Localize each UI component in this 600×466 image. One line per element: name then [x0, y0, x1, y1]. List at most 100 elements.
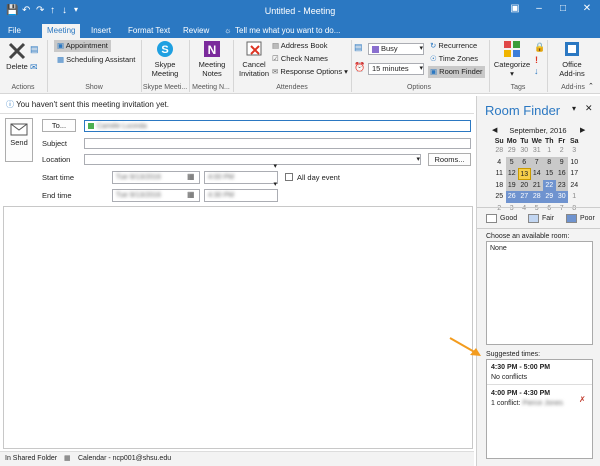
- suggestion-item[interactable]: 4:00 PM - 4:30 PM 1 conflict: Pierce Jon…: [487, 385, 592, 413]
- high-importance-icon[interactable]: !: [535, 55, 538, 65]
- location-field[interactable]: ▾: [84, 154, 421, 165]
- calendar-day[interactable]: 4: [493, 157, 506, 169]
- office-addins-button[interactable]: Office Add-ins: [550, 40, 594, 78]
- tab-meeting[interactable]: Meeting: [42, 24, 81, 38]
- calendar-day[interactable]: 11: [493, 168, 506, 180]
- calendar-day[interactable]: 12: [505, 168, 518, 180]
- low-importance-icon[interactable]: ↓: [534, 66, 539, 76]
- calendar-day[interactable]: 5: [531, 203, 544, 215]
- subject-field[interactable]: [84, 138, 471, 149]
- tab-format-text[interactable]: Format Text: [128, 26, 170, 35]
- recurrence-button[interactable]: ↻ Recurrence: [430, 40, 477, 52]
- start-time-field[interactable]: 4:00 PM ▾: [204, 163, 278, 184]
- calendar-day[interactable]: 28: [493, 145, 506, 157]
- calendar-day[interactable]: 10: [568, 157, 581, 169]
- calendar-picker-icon[interactable]: ▦: [187, 172, 195, 181]
- calendar-day[interactable]: 6: [518, 156, 531, 168]
- calendar-day[interactable]: 15: [543, 168, 556, 180]
- up-arrow-icon[interactable]: ↑: [50, 5, 55, 16]
- calendar-day[interactable]: 7: [530, 156, 543, 168]
- next-month-icon[interactable]: ▶: [580, 126, 585, 134]
- calendar-day[interactable]: 2: [556, 145, 569, 157]
- scheduling-assistant-button[interactable]: ▦ Scheduling Assistant: [54, 54, 138, 66]
- calendar-picker-icon[interactable]: ▦: [187, 190, 195, 199]
- room-finder-button[interactable]: ▣ Room Finder: [428, 66, 485, 78]
- tell-me-box[interactable]: Tell me what you want to do...: [235, 26, 340, 35]
- customize-qat-icon[interactable]: ▾: [74, 5, 78, 14]
- calendar-day[interactable]: 8: [543, 156, 556, 168]
- calendar-day[interactable]: 19: [505, 179, 518, 191]
- calendar-day[interactable]: 18: [493, 180, 506, 192]
- calendar-day[interactable]: 30: [555, 191, 568, 203]
- calendar-day[interactable]: 5: [505, 156, 518, 168]
- forward-icon[interactable]: ✉: [30, 62, 38, 73]
- message-body[interactable]: [3, 206, 473, 449]
- maximize-button[interactable]: □: [552, 3, 574, 19]
- close-pane-icon[interactable]: ✕: [585, 103, 593, 114]
- response-options-button[interactable]: ✉ Response Options ▾: [272, 66, 348, 78]
- calendar-day[interactable]: 26: [505, 191, 518, 203]
- close-button[interactable]: ✕: [576, 3, 598, 19]
- to-field[interactable]: Camille Lucinda: [84, 120, 471, 132]
- check-names-button[interactable]: ☑ Check Names: [272, 53, 328, 65]
- calendar-day[interactable]: 13: [518, 168, 531, 180]
- show-as-select[interactable]: Busy ▾: [368, 43, 424, 55]
- calendar-day[interactable]: 22: [543, 179, 556, 191]
- tab-insert[interactable]: Insert: [91, 26, 111, 35]
- calendar-day[interactable]: 20: [518, 179, 531, 191]
- suggestion-item[interactable]: 4:30 PM - 5:00 PM No conflicts: [487, 360, 592, 385]
- calendar-day[interactable]: 1: [543, 145, 556, 157]
- save-icon[interactable]: 💾: [6, 5, 18, 16]
- all-day-checkbox[interactable]: [285, 173, 293, 181]
- room-list-item[interactable]: None: [487, 242, 592, 255]
- room-list[interactable]: None: [486, 241, 593, 345]
- calendar-day[interactable]: 27: [518, 191, 531, 203]
- calendar-day[interactable]: 30: [518, 145, 531, 157]
- calendar-day[interactable]: 2: [493, 203, 506, 215]
- calendar-day[interactable]: 25: [493, 191, 506, 203]
- calendar-day[interactable]: 17: [568, 168, 581, 180]
- appointment-button[interactable]: ▣ Appointment: [54, 40, 111, 52]
- calendar-day[interactable]: 6: [543, 203, 556, 215]
- calendar-day[interactable]: 23: [555, 179, 568, 191]
- calendar-day[interactable]: 7: [556, 203, 569, 215]
- pane-options-icon[interactable]: ▾: [572, 104, 576, 113]
- calendar-day[interactable]: 4: [518, 203, 531, 215]
- time-zones-button[interactable]: ☉ Time Zones: [430, 53, 478, 65]
- cancel-invitation-button[interactable]: Cancel Invitation: [236, 40, 272, 78]
- calendar-day[interactable]: 16: [555, 168, 568, 180]
- calendar-day[interactable]: 24: [568, 180, 581, 192]
- calendar-day[interactable]: 31: [531, 145, 544, 157]
- copy-to-calendar-icon[interactable]: ▤: [30, 44, 39, 55]
- calendar-day[interactable]: 9: [555, 156, 568, 168]
- meeting-notes-button[interactable]: N Meeting Notes: [192, 40, 232, 78]
- tab-file[interactable]: File: [8, 26, 21, 35]
- down-arrow-icon[interactable]: ↓: [62, 5, 67, 16]
- categorize-button[interactable]: Categorize ▾: [492, 40, 532, 78]
- calendar-day[interactable]: 14: [530, 168, 543, 180]
- to-button[interactable]: To...: [42, 119, 76, 132]
- calendar-day[interactable]: 8: [568, 203, 581, 215]
- calendar-day[interactable]: 21: [530, 179, 543, 191]
- calendar-day[interactable]: 28: [530, 191, 543, 203]
- ribbon-display-icon[interactable]: ▣: [504, 3, 526, 19]
- minimize-button[interactable]: –: [528, 3, 550, 19]
- tab-review[interactable]: Review: [183, 26, 209, 35]
- lock-icon[interactable]: 🔒: [534, 42, 545, 53]
- end-time-field[interactable]: 4:30 PM ▾: [204, 181, 278, 202]
- calendar-day[interactable]: 3: [506, 203, 519, 215]
- calendar-day[interactable]: 29: [543, 191, 556, 203]
- collapse-ribbon-icon[interactable]: ⌃: [588, 82, 594, 90]
- undo-icon[interactable]: ↶: [22, 5, 30, 16]
- reminder-select[interactable]: 15 minutes ▾: [368, 63, 424, 75]
- redo-icon[interactable]: ↷: [36, 5, 44, 16]
- address-book-button[interactable]: ▤ Address Book: [272, 40, 327, 52]
- calendar-day[interactable]: 3: [568, 145, 581, 157]
- suggested-times-list[interactable]: 4:30 PM - 5:00 PM No conflicts 4:00 PM -…: [486, 359, 593, 459]
- send-button[interactable]: Send: [5, 118, 33, 162]
- calendar-day[interactable]: 29: [506, 145, 519, 157]
- delete-button[interactable]: Delete: [4, 42, 30, 71]
- calendar-day[interactable]: 1: [568, 191, 581, 203]
- rooms-button[interactable]: Rooms...: [428, 153, 471, 166]
- prev-month-icon[interactable]: ◀: [492, 126, 497, 134]
